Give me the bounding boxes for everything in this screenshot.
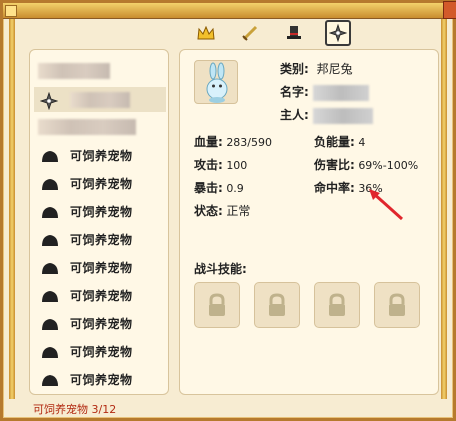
egg-silhouette-icon xyxy=(40,344,60,360)
category-value: 邦尼兔 xyxy=(316,62,353,76)
pet-slot-label: 可饲养宠物 xyxy=(70,373,133,387)
hp-label: 血量: xyxy=(194,135,223,149)
category-label: 类别: xyxy=(280,62,309,76)
damage-ratio-value: 69%-100% xyxy=(358,159,419,172)
status-value: 正常 xyxy=(226,204,251,218)
egg-silhouette-icon xyxy=(40,204,60,220)
egg-silhouette-icon xyxy=(40,176,60,192)
right-rail xyxy=(441,19,447,399)
hit-rate-label: 命中率: xyxy=(314,181,355,195)
lock-icon xyxy=(329,293,345,316)
list-item[interactable]: 可饲养宠物 xyxy=(34,255,166,280)
shuriken-icon xyxy=(39,91,60,110)
list-item[interactable]: 可饲养宠物 xyxy=(34,339,166,364)
egg-silhouette-icon xyxy=(40,288,60,304)
skill-slot[interactable] xyxy=(254,282,300,328)
name-row: 名字: xyxy=(280,83,369,101)
list-item[interactable]: 可饲养宠物 xyxy=(34,171,166,196)
pet-count-footer: 可饲养宠物 3/12 xyxy=(33,403,117,416)
load-stat: 负能量: 4 xyxy=(314,133,365,150)
egg-silhouette-icon xyxy=(40,260,60,276)
battle-skills-label: 战斗技能: xyxy=(194,262,247,276)
blurred-pet-name xyxy=(38,118,136,135)
blurred-name xyxy=(312,84,369,101)
tab-sword[interactable] xyxy=(237,20,263,46)
blurred-owner xyxy=(312,107,373,124)
close-button[interactable] xyxy=(443,1,456,19)
status-label: 状态: xyxy=(194,204,223,218)
lock-icon xyxy=(209,293,225,316)
left-rail xyxy=(9,19,15,399)
skill-slot[interactable] xyxy=(314,282,360,328)
damage-ratio-label: 伤害比: xyxy=(314,158,355,172)
crit-value: 0.9 xyxy=(226,182,244,195)
tab-shuriken[interactable] xyxy=(325,20,351,46)
pet-portrait xyxy=(194,60,238,104)
blurred-pet-name xyxy=(38,62,110,79)
pet-slot-label: 可饲养宠物 xyxy=(70,233,133,247)
damage-ratio-stat: 伤害比: 69%-100% xyxy=(314,156,418,173)
list-item[interactable]: 可饲养宠物 xyxy=(34,283,166,308)
pet-slot-label: 可饲养宠物 xyxy=(70,205,133,219)
crown-icon xyxy=(197,26,215,40)
status-stat: 状态: 正常 xyxy=(194,202,250,219)
tab-top-hat[interactable] xyxy=(281,20,307,46)
pet-slot-label: 可饲养宠物 xyxy=(70,261,133,275)
list-item[interactable] xyxy=(34,58,166,83)
lock-icon xyxy=(269,293,285,316)
load-label: 负能量: xyxy=(314,135,355,149)
sword-icon xyxy=(242,25,258,41)
top-hat-icon xyxy=(287,26,301,39)
list-item[interactable]: 可饲养宠物 xyxy=(34,199,166,224)
tab-crown[interactable] xyxy=(193,20,219,46)
corner-gem-icon xyxy=(5,5,17,17)
egg-silhouette-icon xyxy=(40,316,60,332)
crit-label: 暴击: xyxy=(194,181,223,195)
list-item[interactable]: 可饲养宠物 xyxy=(34,227,166,252)
shuriken-icon xyxy=(329,24,347,42)
skill-slot[interactable] xyxy=(194,282,240,328)
list-item[interactable] xyxy=(34,114,166,139)
pet-slot-label: 可饲养宠物 xyxy=(70,317,133,331)
hp-stat: 血量: 283/590 xyxy=(194,133,272,150)
pet-detail-panel: 类别: 邦尼兔 名字: 主人: 血量: 283/590 负能量: 4 攻击: 1… xyxy=(179,49,439,395)
egg-silhouette-icon xyxy=(40,148,60,164)
bunny-icon xyxy=(206,62,228,103)
pet-slot-label: 可饲养宠物 xyxy=(70,149,133,163)
owner-label: 主人: xyxy=(280,108,309,122)
list-item[interactable] xyxy=(34,87,166,112)
crit-stat: 暴击: 0.9 xyxy=(194,179,244,196)
lock-icon xyxy=(389,293,405,316)
annotation-arrow-icon xyxy=(369,189,404,221)
tab-bar xyxy=(193,20,351,50)
name-label: 名字: xyxy=(280,85,309,99)
list-item[interactable]: 可饲养宠物 xyxy=(34,311,166,336)
attack-value: 100 xyxy=(226,159,248,172)
category-row: 类别: 邦尼兔 xyxy=(280,60,353,77)
blurred-pet-name xyxy=(70,91,130,108)
pet-slot-label: 可饲养宠物 xyxy=(70,345,133,359)
pet-slot-label: 可饲养宠物 xyxy=(70,177,133,191)
list-item[interactable]: 可饲养宠物 xyxy=(34,143,166,168)
egg-silhouette-icon xyxy=(40,372,60,388)
pet-window: 可饲养宠物 可饲养宠物 可饲养宠物 可饲养宠物 可饲养宠物 可饲养宠物 可饲养宠… xyxy=(0,0,456,421)
list-item[interactable]: 可饲养宠物 xyxy=(34,367,166,392)
pet-slot-label: 可饲养宠物 xyxy=(70,289,133,303)
egg-silhouette-icon xyxy=(40,232,60,248)
pet-list: 可饲养宠物 可饲养宠物 可饲养宠物 可饲养宠物 可饲养宠物 可饲养宠物 可饲养宠… xyxy=(29,49,169,395)
attack-stat: 攻击: 100 xyxy=(194,156,247,173)
skill-slot[interactable] xyxy=(374,282,420,328)
hp-value: 283/590 xyxy=(226,136,273,149)
window-top-border xyxy=(3,1,456,19)
attack-label: 攻击: xyxy=(194,158,223,172)
load-value: 4 xyxy=(358,136,366,149)
owner-row: 主人: xyxy=(280,106,373,124)
